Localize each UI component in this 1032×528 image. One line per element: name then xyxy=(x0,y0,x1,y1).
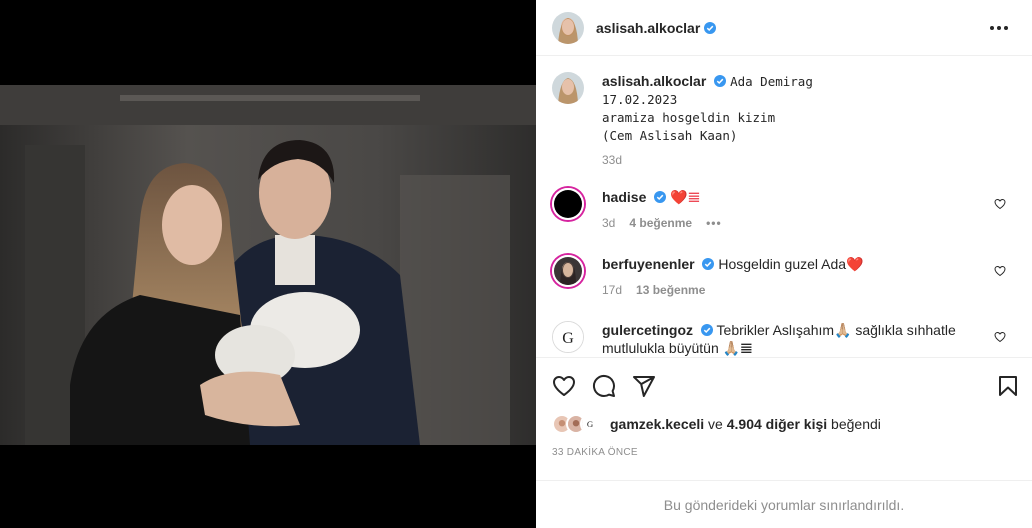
comment-avatar[interactable] xyxy=(552,255,584,287)
comment-item: berfuyenenler Hosgeldin guzel Ada❤️ 17d … xyxy=(552,255,1016,299)
comments-list[interactable]: aslisah.alkoclar Ada Demirag 17.02.2023 … xyxy=(536,56,1032,358)
comment-item: G gulercetingoz Tebrikler Aslışahım🙏🏼 sa… xyxy=(552,321,1016,357)
comment-heart-icon[interactable] xyxy=(994,265,1006,277)
comment-avatar[interactable] xyxy=(552,188,584,220)
author-avatar[interactable] xyxy=(552,11,584,44)
caption-username[interactable]: aslisah.alkoclar xyxy=(602,73,706,89)
heart-icon[interactable] xyxy=(552,374,576,398)
liked-by-others[interactable]: 4.904 diğer kişi xyxy=(727,416,827,432)
comment-time[interactable]: 3d xyxy=(602,214,615,232)
post-photo[interactable] xyxy=(0,85,536,445)
caption-tag[interactable]: Ada Demirag xyxy=(730,74,813,89)
comment-heart-icon[interactable] xyxy=(994,198,1006,210)
caption-line-3: (Cem Aslisah Kaan) xyxy=(602,128,738,143)
comment-avatar[interactable]: G xyxy=(552,321,584,353)
comment-likes[interactable]: 4 beğenme xyxy=(629,214,692,232)
comment-time[interactable]: 17d xyxy=(602,281,622,299)
comment-avatar-image: G xyxy=(553,322,583,352)
comment-icon[interactable] xyxy=(592,374,616,398)
comment-more-icon[interactable]: ••• xyxy=(706,214,722,232)
liker-avatars[interactable]: G xyxy=(552,414,600,434)
caption-line-2: aramiza hosgeldin kizim xyxy=(602,110,776,125)
liked-by-user[interactable]: gamzek.keceli xyxy=(610,416,704,432)
comment-username[interactable]: gulercetingoz xyxy=(602,322,693,338)
author-username[interactable]: aslisah.alkoclar xyxy=(596,20,700,36)
caption: aslisah.alkoclar Ada Demirag 17.02.2023 … xyxy=(552,72,1016,169)
verified-icon xyxy=(714,75,727,87)
comment-avatar-image xyxy=(554,190,582,218)
comment-username[interactable]: berfuyenenler xyxy=(602,256,695,272)
more-options-icon[interactable] xyxy=(982,18,1016,38)
post-media xyxy=(0,0,536,528)
comment-text: Hosgeldin guzel Ada❤️ xyxy=(718,256,864,272)
liked-by-suffix: beğendi xyxy=(827,416,881,432)
author-avatar-image xyxy=(552,11,584,44)
comment-text: ❤️𝌆 xyxy=(670,189,701,205)
svg-text:G: G xyxy=(562,330,574,347)
caption-line-1: 17.02.2023 xyxy=(602,92,678,107)
comment-item: hadise ❤️𝌆 3d 4 beğenme ••• xyxy=(552,188,1016,232)
bookmark-icon[interactable] xyxy=(996,374,1020,398)
svg-text:G: G xyxy=(587,419,594,429)
caption-time[interactable]: 33d xyxy=(602,151,622,169)
caption-avatar-image xyxy=(552,72,584,104)
comment-username[interactable]: hadise xyxy=(602,189,646,205)
post-header: aslisah.alkoclar xyxy=(536,0,1032,56)
comment-avatar-image xyxy=(554,257,582,285)
liked-by-connector: ve xyxy=(704,416,727,432)
comments-restricted-notice: Bu gönderideki yorumlar sınırlandırıldı. xyxy=(536,480,1032,528)
comment-likes[interactable]: 13 beğenme xyxy=(636,281,705,299)
share-icon[interactable] xyxy=(632,374,656,398)
verified-icon xyxy=(704,21,717,34)
liker-avatar: G xyxy=(580,414,600,434)
post-time-ago[interactable]: 33 DAKİKA ÖNCE xyxy=(552,447,638,458)
comment-heart-icon[interactable] xyxy=(994,331,1006,343)
liked-by: G gamzek.keceli ve 4.904 diğer kişi beğe… xyxy=(552,414,1016,434)
post-side-panel: aslisah.alkoclar aslisah.alkoclar Ada De… xyxy=(536,0,1032,528)
verified-icon xyxy=(702,258,715,270)
caption-avatar[interactable] xyxy=(552,72,584,104)
post-actions xyxy=(552,370,1020,402)
verified-icon xyxy=(654,191,667,203)
family-photo xyxy=(0,85,536,445)
verified-icon xyxy=(700,324,713,336)
